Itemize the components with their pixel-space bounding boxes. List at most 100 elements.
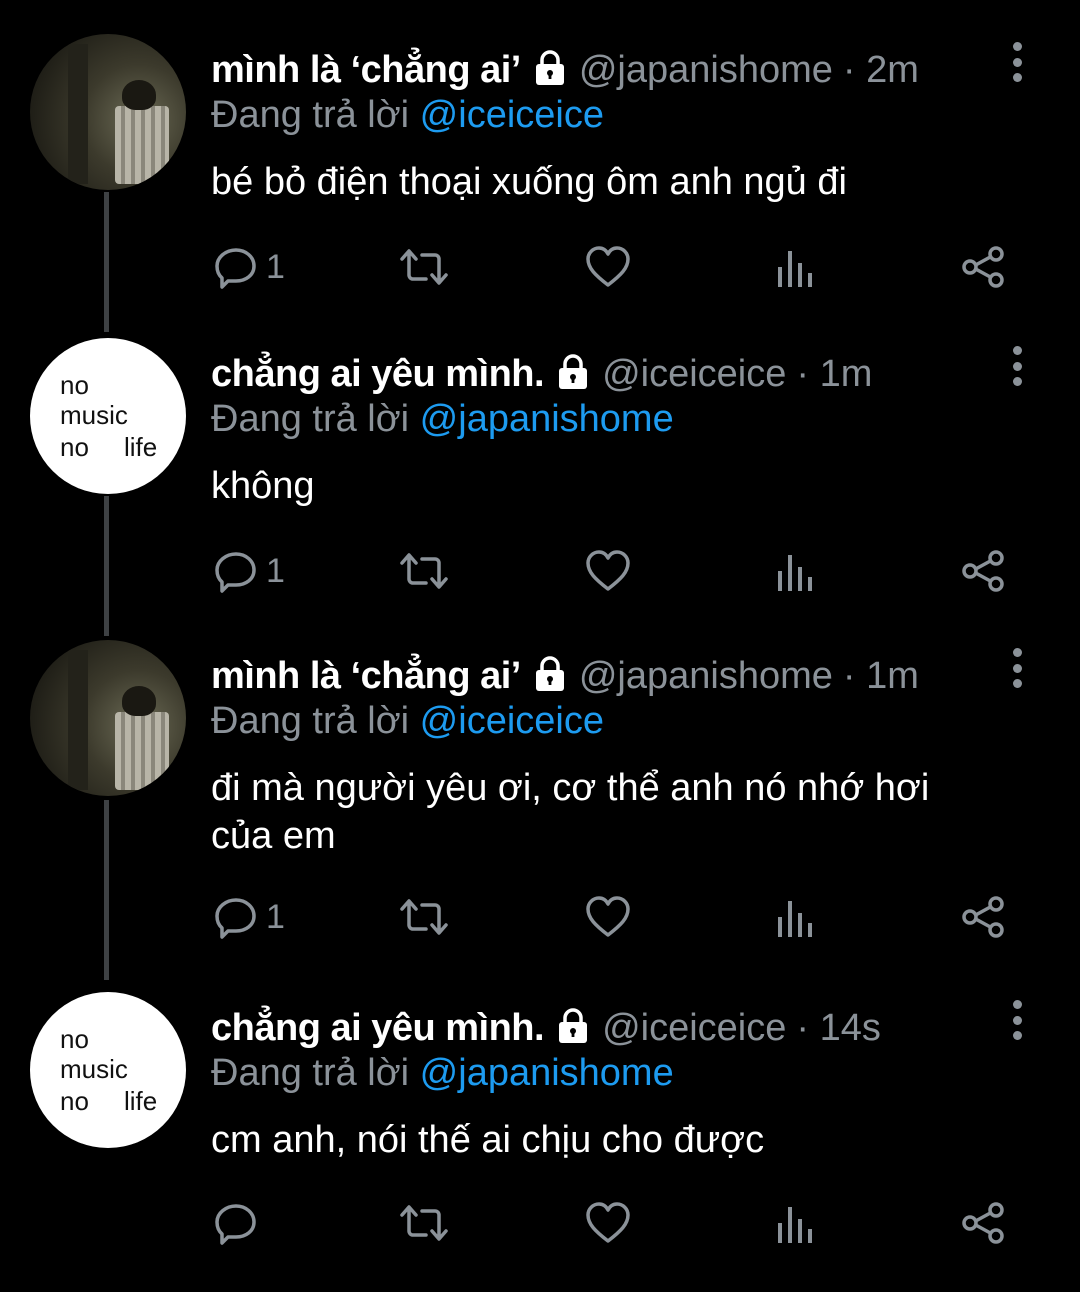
display-name[interactable]: mình là ‘chẳng ai’ (211, 655, 521, 698)
mention-link[interactable]: @japanishome (420, 1052, 674, 1094)
replying-prefix: Đang trả lời (211, 700, 410, 742)
lock-icon (554, 1008, 592, 1044)
avatar-text: no (60, 432, 89, 462)
tweet-text: bé bỏ điện thoại xuống ôm anh ngủ đi (211, 161, 847, 203)
views-button[interactable] (776, 1198, 816, 1248)
avatar-text: no (60, 1024, 89, 1054)
replying-prefix: Đang trả lời (211, 1052, 410, 1094)
tweet-text: đi mà người yêu ơi, cơ thể anh nó nhớ hơ… (211, 767, 930, 857)
retweet-icon (400, 553, 448, 589)
tweet[interactable]: mình là ‘chẳng ai’ @japanishome · 2m Đan… (0, 34, 1080, 334)
reply-button[interactable]: 1 (214, 242, 285, 292)
action-bar: 1 (0, 546, 1080, 596)
more-vertical-icon[interactable] (1006, 42, 1028, 82)
handle[interactable]: @iceiceice (602, 1007, 786, 1050)
replying-to: Đang trả lời @japanishome (211, 1052, 674, 1095)
avatar-text: music (60, 400, 128, 430)
display-name[interactable]: chẳng ai yêu mình. (211, 353, 545, 396)
tweet[interactable]: no music no life chẳng ai yêu mình. @ice… (0, 992, 1080, 1292)
views-button[interactable] (776, 546, 816, 596)
tweet-text: không (211, 465, 315, 507)
avatar-text: no (60, 1086, 89, 1116)
timestamp: · 1m (796, 352, 873, 395)
retweet-button[interactable] (398, 242, 450, 292)
lock-icon (554, 354, 592, 390)
avatar[interactable] (30, 640, 186, 796)
more-vertical-icon[interactable] (1006, 648, 1028, 688)
reply-icon (215, 898, 256, 939)
replying-to: Đang trả lời @iceiceice (211, 94, 604, 137)
like-button[interactable] (585, 242, 631, 292)
like-button[interactable] (585, 1198, 631, 1248)
retweet-button[interactable] (398, 546, 450, 596)
mention-link[interactable]: @iceiceice (420, 700, 604, 742)
display-name[interactable]: chẳng ai yêu mình. (211, 1007, 545, 1050)
like-button[interactable] (585, 546, 631, 596)
action-bar (0, 1198, 1080, 1248)
timestamp: · 14s (796, 1006, 881, 1049)
reply-count: 1 (266, 551, 285, 590)
lock-icon (531, 656, 569, 692)
avatar[interactable]: no music no life (30, 992, 186, 1148)
share-button[interactable] (960, 892, 1006, 942)
share-icon (962, 1202, 1004, 1244)
avatar[interactable] (30, 34, 186, 190)
timestamp: · 1m (842, 654, 919, 697)
avatar-text: life (124, 432, 158, 462)
tweet-header: mình là ‘chẳng ai’ @japanishome · 1m (211, 654, 919, 698)
reply-icon (215, 552, 256, 593)
lock-icon (531, 50, 569, 86)
tweet[interactable]: no music no life chẳng ai yêu mình. @ice… (0, 338, 1080, 638)
tweet[interactable]: mình là ‘chẳng ai’ @japanishome · 1m Đan… (0, 640, 1080, 940)
replying-prefix: Đang trả lời (211, 94, 410, 136)
retweet-icon (400, 899, 448, 935)
mention-link[interactable]: @japanishome (420, 398, 674, 440)
like-button[interactable] (585, 892, 631, 942)
share-button[interactable] (960, 546, 1006, 596)
reply-button[interactable]: 1 (214, 892, 285, 942)
views-button[interactable] (776, 892, 816, 942)
heart-icon (586, 896, 630, 937)
reply-count: 1 (266, 897, 285, 936)
tweet-header: chẳng ai yêu mình. @iceiceice · 1m (211, 352, 872, 396)
retweet-icon (400, 249, 448, 285)
share-button[interactable] (960, 1198, 1006, 1248)
more-vertical-icon[interactable] (1006, 1000, 1028, 1040)
share-icon (962, 896, 1004, 938)
avatar[interactable]: no music no life (30, 338, 186, 494)
analytics-icon (778, 1207, 812, 1243)
more-vertical-icon[interactable] (1006, 346, 1028, 386)
reply-count: 1 (266, 247, 285, 286)
timestamp: · 2m (842, 48, 919, 91)
avatar-text: life (124, 1086, 158, 1116)
action-bar: 1 (0, 242, 1080, 292)
replying-prefix: Đang trả lời (211, 398, 410, 440)
reply-icon (215, 248, 256, 289)
tweet-header: chẳng ai yêu mình. @iceiceice · 14s (211, 1006, 881, 1050)
mention-link[interactable]: @iceiceice (420, 94, 604, 136)
handle[interactable]: @japanishome (579, 655, 833, 698)
share-icon (962, 550, 1004, 592)
handle[interactable]: @japanishome (579, 49, 833, 92)
avatar-text: music (60, 1054, 128, 1084)
views-button[interactable] (776, 242, 816, 292)
analytics-icon (778, 555, 812, 591)
action-bar: 1 (0, 892, 1080, 942)
tweet-text: cm anh, nói thế ai chịu cho được (211, 1119, 765, 1161)
retweet-icon (400, 1205, 448, 1241)
analytics-icon (778, 901, 812, 937)
heart-icon (586, 1202, 630, 1243)
reply-button[interactable] (214, 1198, 266, 1248)
share-icon (962, 246, 1004, 288)
retweet-button[interactable] (398, 1198, 450, 1248)
heart-icon (586, 246, 630, 287)
replying-to: Đang trả lời @iceiceice (211, 700, 604, 743)
heart-icon (586, 550, 630, 591)
reply-button[interactable]: 1 (214, 546, 285, 596)
retweet-button[interactable] (398, 892, 450, 942)
display-name[interactable]: mình là ‘chẳng ai’ (211, 49, 521, 92)
tweet-header: mình là ‘chẳng ai’ @japanishome · 2m (211, 48, 919, 92)
handle[interactable]: @iceiceice (602, 353, 786, 396)
share-button[interactable] (960, 242, 1006, 292)
replying-to: Đang trả lời @japanishome (211, 398, 674, 441)
